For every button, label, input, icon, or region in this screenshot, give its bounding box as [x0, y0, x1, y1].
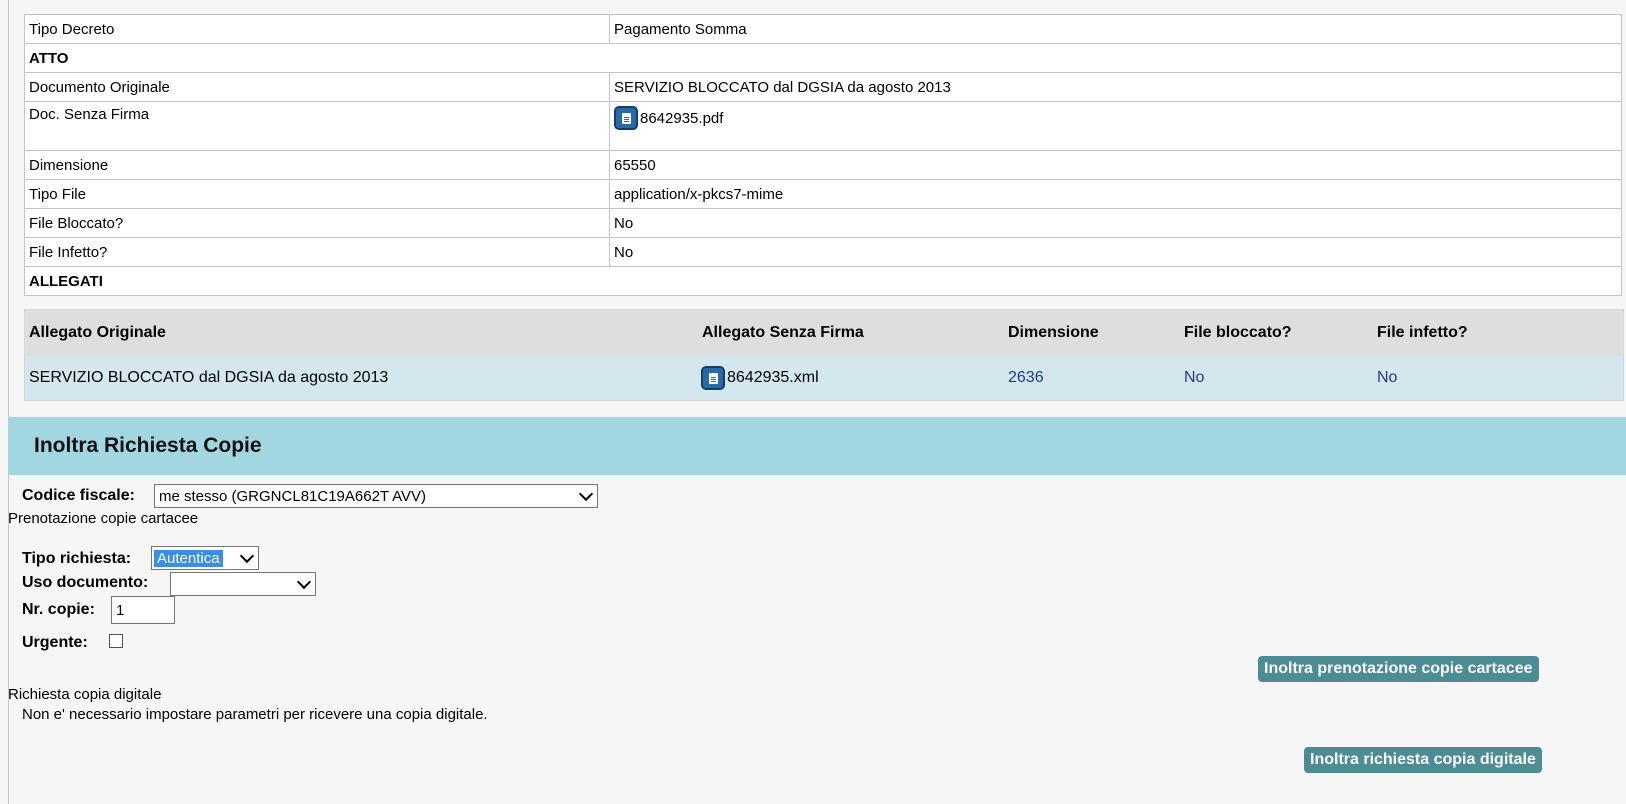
tipo-richiesta-select[interactable]: Autentica — [151, 546, 259, 570]
digitale-note: Non e' necessario impostare parametri pe… — [22, 706, 488, 723]
nr-copie-input[interactable]: 1 — [111, 596, 175, 624]
detail-value: 8642935.pdf — [609, 101, 1622, 151]
pdf-file-name[interactable]: 8642935.pdf — [640, 110, 723, 127]
urgente-checkbox[interactable] — [109, 634, 123, 648]
inoltra-copia-digitale-button[interactable]: Inoltra richiesta copia digitale — [1304, 747, 1542, 773]
attachment-originale: SERVIZIO BLOCCATO dal DGSIA da agosto 20… — [29, 369, 389, 386]
pdf-file-link[interactable]: 8642935.pdf — [614, 106, 723, 130]
detail-value: No — [609, 208, 1622, 238]
detail-value: application/x-pkcs7-mime — [609, 179, 1622, 209]
document-icon[interactable] — [614, 106, 638, 130]
detail-label: Doc. Senza Firma — [24, 101, 610, 151]
detail-row-tipo-decreto: Tipo Decreto Pagamento Somma — [24, 14, 1622, 44]
xml-file-name[interactable]: 8642935.xml — [727, 369, 819, 387]
chevron-down-icon — [578, 486, 594, 502]
attachments-header-row: Allegato Originale Allegato Senza Firma … — [25, 310, 1623, 356]
nr-copie-value: 1 — [116, 601, 125, 619]
col-header-file-infetto: File infetto? — [1377, 324, 1468, 341]
detail-row-tipo-file: Tipo File application/x-pkcs7-mime — [24, 179, 1622, 209]
col-header-dimensione: Dimensione — [1008, 324, 1099, 341]
document-icon[interactable] — [701, 366, 725, 390]
detail-label: Tipo Decreto — [24, 14, 610, 44]
detail-value: SERVIZIO BLOCCATO dal DGSIA da agosto 20… — [609, 72, 1622, 102]
detail-row-documento-originale: Documento Originale SERVIZIO BLOCCATO da… — [24, 72, 1622, 102]
nr-copie-label: Nr. copie: — [22, 601, 95, 618]
digitale-heading: Richiesta copia digitale — [8, 686, 162, 703]
detail-label: Documento Originale — [24, 72, 610, 102]
section-header: Inoltra Richiesta Copie — [8, 417, 1626, 475]
detail-value: 65550 — [609, 150, 1622, 180]
attachment-dimensione: 2636 — [1008, 369, 1044, 386]
detail-value: No — [609, 237, 1622, 267]
chevron-down-icon — [239, 548, 255, 564]
codice-fiscale-select[interactable]: me stesso (GRGNCL81C19A662T AVV) — [154, 484, 598, 508]
detail-value: Pagamento Somma — [609, 14, 1622, 44]
detail-label: Dimensione — [24, 150, 610, 180]
xml-file-link[interactable]: 8642935.xml — [701, 366, 819, 390]
inoltra-prenotazione-button[interactable]: Inoltra prenotazione copie cartacee — [1258, 656, 1539, 682]
document-details-table: Tipo Decreto Pagamento Somma ATTO Docume… — [24, 14, 1622, 296]
col-header-allegato-originale: Allegato Originale — [29, 324, 166, 341]
section-label-atto: ATTO — [24, 43, 1622, 73]
detail-label: File Bloccato? — [24, 208, 610, 238]
uso-documento-label: Uso documento: — [22, 574, 149, 591]
col-header-allegato-senza-firma: Allegato Senza Firma — [702, 324, 864, 341]
codice-fiscale-value: me stesso (GRGNCL81C19A662T AVV) — [159, 487, 427, 505]
detail-row-file-infetto: File Infetto? No — [24, 237, 1622, 267]
detail-label: Tipo File — [24, 179, 610, 209]
attachment-bloccato: No — [1184, 369, 1205, 386]
prenotazione-heading: Prenotazione copie cartacee — [8, 510, 199, 527]
table-row: SERVIZIO BLOCCATO dal DGSIA da agosto 20… — [25, 356, 1623, 400]
detail-row-file-bloccato: File Bloccato? No — [24, 208, 1622, 238]
col-header-file-bloccato: File bloccato? — [1184, 324, 1292, 341]
attachments-table: Allegato Originale Allegato Senza Firma … — [24, 309, 1624, 401]
attachment-infetto: No — [1377, 369, 1398, 386]
urgente-label: Urgente: — [22, 634, 88, 651]
detail-row-atto: ATTO — [24, 43, 1622, 73]
codice-fiscale-label: Codice fiscale: — [22, 487, 135, 504]
detail-row-doc-senza-firma: Doc. Senza Firma 8642935.pdf — [24, 101, 1622, 151]
detail-row-allegati: ALLEGATI — [24, 266, 1622, 296]
detail-row-dimensione: Dimensione 65550 — [24, 150, 1622, 180]
chevron-down-icon — [296, 574, 312, 590]
section-title: Inoltra Richiesta Copie — [34, 434, 262, 457]
section-label-allegati: ALLEGATI — [24, 266, 1622, 296]
detail-label: File Infetto? — [24, 237, 610, 267]
tipo-richiesta-label: Tipo richiesta: — [22, 550, 132, 567]
tipo-richiesta-value: Autentica — [154, 549, 223, 567]
uso-documento-select[interactable] — [170, 572, 316, 596]
